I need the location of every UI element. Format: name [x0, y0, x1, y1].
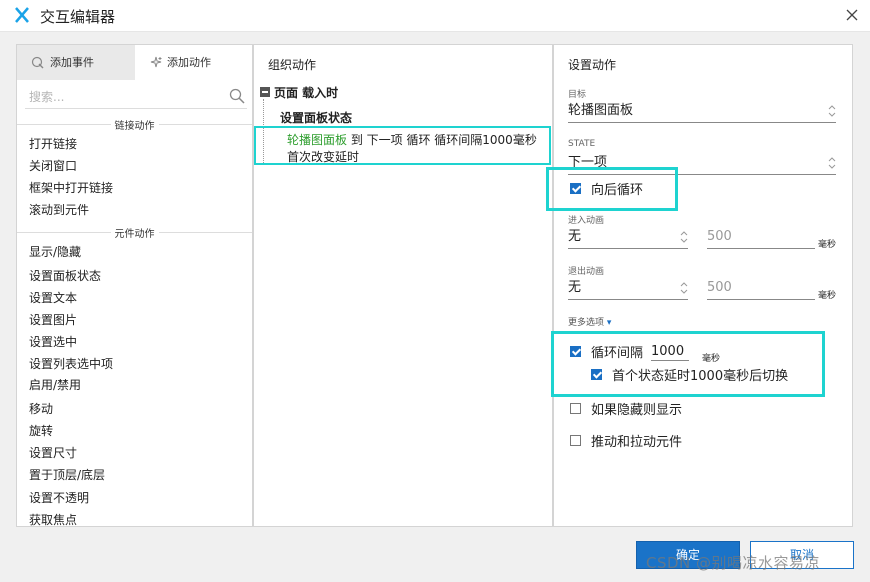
actions-library-panel: 添加事件 添加动作 链接动作 打开链接 关闭窗口 框架中打开链接 滚动到元件 元…	[16, 44, 253, 527]
loop-label: 循环间隔	[591, 346, 644, 361]
add-event-icon	[31, 56, 44, 69]
target-select[interactable]: 轮播图面板	[568, 101, 836, 123]
axure-x-logo	[15, 7, 29, 23]
more-options-toggle[interactable]: 更多选项 ▾	[568, 315, 611, 328]
search-box	[25, 85, 247, 109]
action-description: 到 下一项 循环 循环间隔1000毫秒	[347, 133, 537, 147]
action-item-rotate[interactable]: 旋转	[29, 421, 53, 441]
tab-add-action[interactable]: 添加动作	[135, 45, 252, 80]
close-icon[interactable]	[842, 5, 862, 25]
loop-checkbox[interactable]	[570, 346, 581, 357]
action-item-open-in-frame[interactable]: 框架中打开链接	[29, 178, 113, 198]
chevron-down-icon: ▾	[606, 318, 612, 328]
show-if-hidden-label: 如果隐藏则显示	[591, 403, 683, 418]
window-title: 交互编辑器	[40, 8, 116, 26]
exit-anim-value: 无	[568, 280, 582, 295]
loop-highlight	[551, 331, 825, 397]
tree-action-line2[interactable]: 首次改变延时	[287, 148, 359, 165]
action-item-set-text[interactable]: 设置文本	[29, 288, 77, 308]
tab-add-action-label: 添加动作	[167, 56, 211, 69]
tree-event-page-load[interactable]: 页面 载入时	[274, 84, 338, 101]
panel-tabs: 添加事件 添加动作	[17, 45, 252, 80]
action-item-scroll-to[interactable]: 滚动到元件	[29, 200, 89, 220]
action-item-show-hide[interactable]: 显示/隐藏	[29, 242, 81, 262]
push-pull-checkbox[interactable]	[570, 435, 581, 446]
loop-interval-input[interactable]	[651, 343, 689, 361]
action-item-close-window[interactable]: 关闭窗口	[29, 156, 77, 176]
exit-anim-unit: 毫秒	[818, 291, 837, 301]
organize-actions-title: 组织动作	[268, 58, 317, 72]
wrap-checkbox[interactable]	[570, 183, 581, 194]
action-target-name: 轮播图面板	[287, 133, 348, 147]
enter-anim-ms: 500	[707, 229, 732, 244]
show-if-hidden-checkbox[interactable]	[570, 403, 581, 414]
action-item-set-size[interactable]: 设置尺寸	[29, 443, 77, 463]
action-item-set-opacity[interactable]: 设置不透明	[29, 488, 89, 508]
title-bar: 交互编辑器	[0, 0, 870, 32]
exit-anim-label: 退出动画	[568, 267, 605, 277]
group-header-label: 元件动作	[110, 229, 159, 240]
exit-anim-select[interactable]: 无	[568, 278, 688, 300]
action-item-move[interactable]: 移动	[29, 399, 53, 419]
tree-case[interactable]: 设置面板状态	[280, 109, 352, 126]
tab-add-event-label: 添加事件	[50, 56, 94, 69]
action-item-set-list-selected[interactable]: 设置列表选中项	[29, 354, 113, 374]
watermark: CSDN @别喝凉水容易凉	[646, 554, 821, 572]
configure-action-title: 设置动作	[568, 58, 617, 72]
tab-add-event[interactable]: 添加事件	[17, 45, 135, 80]
search-icon[interactable]	[229, 88, 245, 104]
action-item-enable-disable[interactable]: 启用/禁用	[29, 375, 81, 395]
search-input[interactable]	[29, 87, 219, 107]
group-header-link-actions: 链接动作	[17, 117, 252, 132]
first-delay-checkbox[interactable]	[591, 369, 602, 380]
enter-anim-duration[interactable]: 500	[707, 227, 815, 249]
dropdown-arrows-icon	[828, 157, 836, 169]
loop-unit: 毫秒	[702, 354, 721, 364]
action-item-set-selected[interactable]: 设置选中	[29, 332, 77, 352]
group-header-widget-actions: 元件动作	[17, 225, 252, 240]
enter-anim-value: 无	[568, 229, 582, 244]
organize-actions-panel: 组织动作 页面 载入时 设置面板状态 轮播图面板 到 下一项 循环 循环间隔10…	[253, 44, 553, 527]
action-item-bring-front-back[interactable]: 置于顶层/底层	[29, 465, 105, 485]
first-delay-label: 首个状态延时1000毫秒后切换	[612, 369, 789, 384]
dropdown-arrows-icon	[680, 231, 688, 243]
action-item-set-panel-state[interactable]: 设置面板状态	[29, 266, 101, 286]
dropdown-arrows-icon	[680, 282, 688, 294]
enter-anim-label: 进入动画	[568, 216, 605, 226]
wrap-label: 向后循环	[591, 183, 644, 198]
state-label: STATE	[568, 139, 596, 149]
exit-anim-duration[interactable]: 500	[707, 278, 815, 300]
target-label: 目标	[568, 90, 587, 100]
exit-anim-ms: 500	[707, 280, 732, 295]
configure-action-panel: 设置动作 目标 轮播图面板 STATE 下一项 向后循环 进入动画 无 500 …	[546, 44, 853, 527]
action-item-open-link[interactable]: 打开链接	[29, 134, 77, 154]
group-header-label: 链接动作	[110, 121, 159, 132]
collapse-icon[interactable]	[260, 87, 270, 97]
action-item-focus[interactable]: 获取焦点	[29, 510, 77, 530]
action-item-set-image[interactable]: 设置图片	[29, 310, 77, 330]
target-value: 轮播图面板	[568, 103, 634, 118]
tree-action-line1[interactable]: 轮播图面板 到 下一项 循环 循环间隔1000毫秒	[287, 131, 537, 148]
enter-anim-unit: 毫秒	[818, 240, 837, 250]
dropdown-arrows-icon	[828, 105, 836, 117]
add-action-icon	[150, 56, 162, 68]
enter-anim-select[interactable]: 无	[568, 227, 688, 249]
more-options-label: 更多选项	[568, 318, 605, 328]
push-pull-label: 推动和拉动元件	[591, 435, 683, 450]
